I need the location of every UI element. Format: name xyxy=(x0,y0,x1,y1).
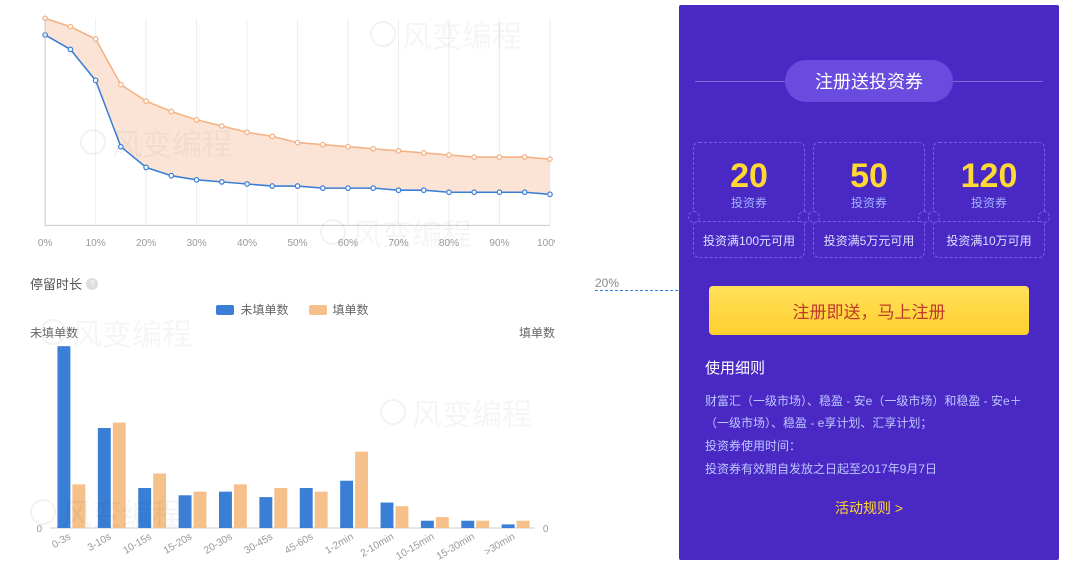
svg-text:>30min: >30min xyxy=(483,532,518,559)
rules-text: 投资券使用时间： xyxy=(705,435,1033,458)
coupon-card[interactable]: 20投资券投资满100元可用 xyxy=(693,142,805,258)
coupon-card[interactable]: 120投资券投资满10万可用 xyxy=(933,142,1045,258)
line-chart: 0% 10% 20% 30% 40% 50% 60% 70% 80% 90% 100% xyxy=(30,8,555,256)
help-icon[interactable]: ? xyxy=(86,278,98,290)
svg-text:80%: 80% xyxy=(439,238,459,249)
bar-axis-labels: 未填单数 填单数 xyxy=(30,324,555,341)
svg-text:30-45s: 30-45s xyxy=(243,532,275,558)
coupon-label: 投资券 xyxy=(938,194,1040,211)
svg-text:0: 0 xyxy=(543,524,549,535)
rules-text: 财富汇（一级市场）、稳盈 - 安e（一级市场）和稳盈 - 安e＋（一级市场）、稳… xyxy=(705,390,1033,436)
svg-text:90%: 90% xyxy=(489,238,509,249)
bar-chart: 0 0 0-3s 3-10s 10-15s 15-20s 20-30s 30-45s 45-60… xyxy=(30,341,555,570)
svg-text:0: 0 xyxy=(36,524,42,535)
rules-link[interactable]: 活动规则 > xyxy=(835,500,903,516)
svg-text:0-3s: 0-3s xyxy=(50,532,72,552)
coupon-amount: 120 xyxy=(938,157,1040,196)
rules-title: 使用细则 xyxy=(705,355,1033,384)
svg-text:10%: 10% xyxy=(86,238,106,249)
svg-text:2-10min: 2-10min xyxy=(359,532,396,561)
svg-text:15-20s: 15-20s xyxy=(162,532,194,558)
coupon-condition: 投资满100元可用 xyxy=(698,232,800,249)
svg-text:60%: 60% xyxy=(338,238,358,249)
coupon-card[interactable]: 50投资券投资满5万元可用 xyxy=(813,142,925,258)
svg-text:20%: 20% xyxy=(136,238,156,249)
svg-text:0%: 0% xyxy=(38,238,53,249)
svg-text:1-2min: 1-2min xyxy=(323,532,355,558)
svg-text:45-60s: 45-60s xyxy=(283,532,315,558)
svg-text:30%: 30% xyxy=(186,238,206,249)
coupon-label: 投资券 xyxy=(818,194,920,211)
svg-text:50%: 50% xyxy=(287,238,307,249)
coupon-condition: 投资满5万元可用 xyxy=(818,232,920,249)
rules-text: 投资券有效期自发放之日起至2017年9月7日 xyxy=(705,458,1033,481)
svg-text:15-30min: 15-30min xyxy=(435,532,477,563)
svg-text:40%: 40% xyxy=(237,238,257,249)
coupon-label: 投资券 xyxy=(698,194,800,211)
svg-text:3-10s: 3-10s xyxy=(86,532,113,555)
rules-block: 使用细则 财富汇（一级市场）、稳盈 - 安e（一级市场）和稳盈 - 安e＋（一级… xyxy=(679,335,1059,521)
coupon-condition: 投资满10万可用 xyxy=(938,232,1040,249)
register-cta-button[interactable]: 注册即送，马上注册 xyxy=(709,286,1029,335)
svg-text:10-15min: 10-15min xyxy=(394,532,436,563)
svg-text:10-15s: 10-15s xyxy=(122,532,154,558)
axis-marker-label: 20% xyxy=(595,276,619,290)
coupon-amount: 20 xyxy=(698,157,800,196)
bar-legend: 未填单数 填单数 xyxy=(30,301,555,318)
bar-chart-title: 停留时长 ? xyxy=(30,274,555,293)
promo-panel: 注册送投资券 20投资券投资满100元可用50投资券投资满5万元可用120投资券… xyxy=(679,5,1059,560)
svg-text:20-30s: 20-30s xyxy=(202,532,234,558)
svg-text:70%: 70% xyxy=(388,238,408,249)
svg-text:100%: 100% xyxy=(537,238,555,249)
promo-header: 注册送投资券 xyxy=(679,60,1059,102)
coupon-amount: 50 xyxy=(818,157,920,196)
promo-header-pill: 注册送投资券 xyxy=(785,60,953,102)
